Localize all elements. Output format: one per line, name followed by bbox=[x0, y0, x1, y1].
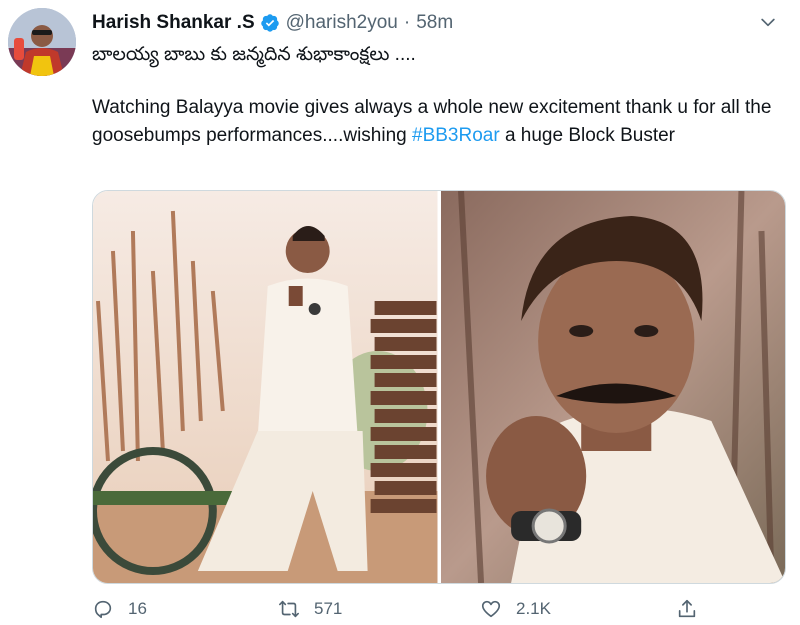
tweet-actions: 16 571 2.1K bbox=[92, 596, 712, 622]
photo-2[interactable] bbox=[440, 191, 785, 583]
media-grid bbox=[92, 190, 786, 584]
heart-icon bbox=[481, 600, 501, 618]
author-name[interactable]: Harish Shankar .S bbox=[92, 12, 255, 34]
tweet-text: Watching Balayya movie gives always a wh… bbox=[92, 94, 782, 150]
like-button[interactable]: 2.1K bbox=[480, 596, 551, 622]
avatar[interactable] bbox=[8, 8, 76, 76]
retweet-icon bbox=[279, 600, 299, 618]
tweet: Harish Shankar .S @harish2you · 58m బాలయ… bbox=[0, 0, 800, 625]
like-count: 2.1K bbox=[516, 599, 551, 618]
timestamp[interactable]: 58m bbox=[416, 12, 453, 34]
more-options-button[interactable] bbox=[754, 10, 782, 34]
chevron-down-icon bbox=[761, 18, 775, 27]
share-icon bbox=[678, 599, 696, 618]
verified-badge-icon bbox=[260, 14, 279, 32]
retweet-count: 571 bbox=[314, 599, 343, 618]
hashtag-link[interactable]: #BB3Roar bbox=[412, 125, 500, 146]
share-button[interactable] bbox=[676, 596, 698, 622]
retweet-button[interactable]: 571 bbox=[278, 596, 342, 622]
separator-dot: · bbox=[403, 12, 411, 33]
reply-button[interactable]: 16 bbox=[92, 596, 147, 622]
photo-1[interactable] bbox=[93, 191, 438, 583]
tweet-text-part2: a huge Block Buster bbox=[499, 125, 675, 146]
reply-icon bbox=[94, 600, 112, 619]
author-handle[interactable]: @harish2you bbox=[286, 12, 398, 34]
tweet-header: Harish Shankar .S @harish2you · 58m bbox=[92, 10, 453, 36]
tweet-text-telugu: బాలయ్య బాబు కు జన్మదిన శుభాకాంక్షలు .... bbox=[92, 44, 416, 65]
reply-count: 16 bbox=[128, 599, 147, 618]
